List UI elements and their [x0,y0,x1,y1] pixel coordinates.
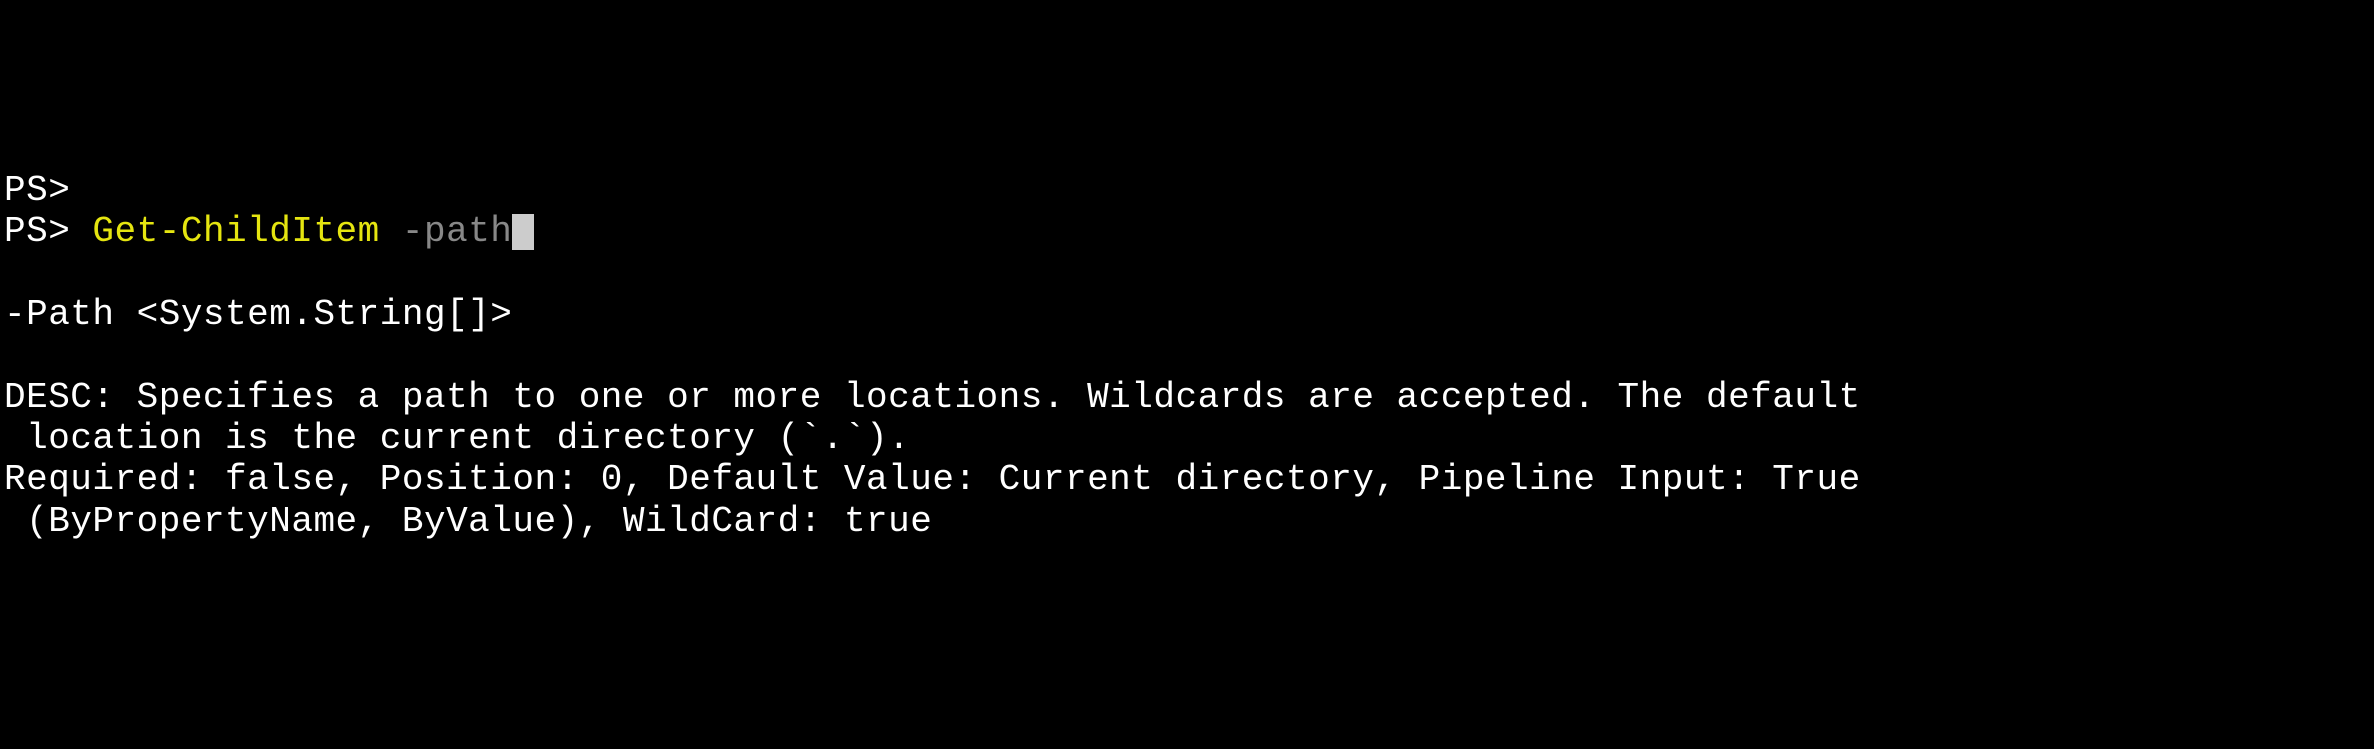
parameter-syntax: -Path <System.String[]> [4,294,2370,335]
command-line[interactable]: PS> Get-ChildItem -path [4,211,2370,252]
terminal-output[interactable]: PS>PS> Get-ChildItem -path -Path <System.… [4,170,2370,543]
prompt-prefix: PS> [4,170,70,211]
prompt-line-empty: PS> [4,170,2370,211]
cmdlet-name: Get-ChildItem [92,211,379,252]
description-line: DESC: Specifies a path to one or more lo… [4,377,2370,418]
blank-line [4,252,2370,293]
attributes-continuation: (ByPropertyName, ByValue), WildCard: tru… [4,501,2370,542]
attributes-line: Required: false, Position: 0, Default Va… [4,459,2370,500]
parameter-flag: -path [402,211,513,252]
desc-text: Specifies a path to one or more location… [137,377,1861,418]
prompt-prefix: PS> [4,211,92,252]
desc-label: DESC: [4,377,137,418]
blank-line [4,335,2370,376]
cursor-icon [512,214,534,250]
description-continuation: location is the current directory (`.`). [4,418,2370,459]
